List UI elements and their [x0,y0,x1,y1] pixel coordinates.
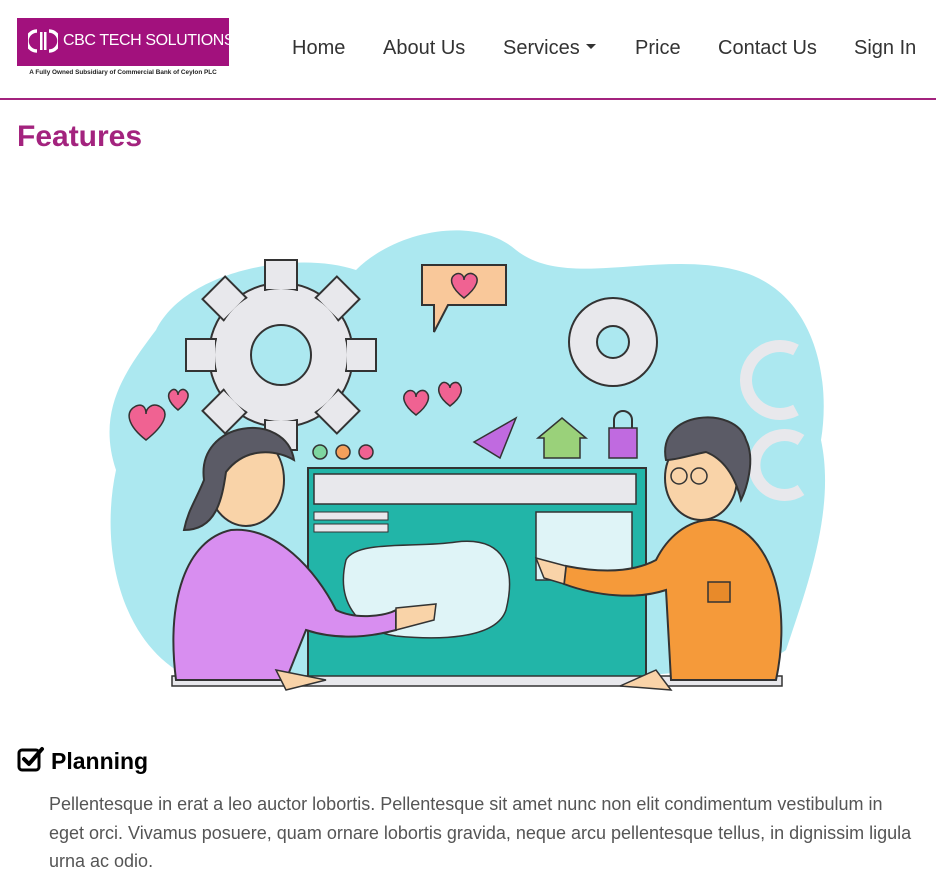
page-title: Features [17,120,143,153]
brand-name: CBC TECH SOLUTIONS [63,32,235,49]
check-square-icon [17,747,44,772]
feature-description: Pellentesque in erat a leo auctor lobort… [49,794,912,871]
navbar: CBC TECH SOLUTIONS A Fully Owned Subsidi… [0,0,936,100]
caret-down-icon [585,44,596,50]
nav-home[interactable]: Home [292,37,345,60]
feature-illustration [109,230,826,691]
nav-price[interactable]: Price [635,37,681,60]
nav-contact[interactable]: Contact Us [718,37,817,60]
small-gear-icon [568,297,658,387]
logo-background: CBC TECH SOLUTIONS [17,18,235,66]
nav-about[interactable]: About Us [383,37,465,60]
brand-tagline: A Fully Owned Subsidiary of Commercial B… [29,69,217,76]
nav-services-label: Services [503,37,580,59]
feature-heading: Planning [51,748,149,774]
nav-services[interactable]: Services [503,37,596,60]
nav-signin[interactable]: Sign In [854,37,916,60]
cbc-logo-icon [28,29,58,53]
brand-logo[interactable]: CBC TECH SOLUTIONS A Fully Owned Subsidi… [17,18,235,80]
gear-icon [185,259,377,451]
